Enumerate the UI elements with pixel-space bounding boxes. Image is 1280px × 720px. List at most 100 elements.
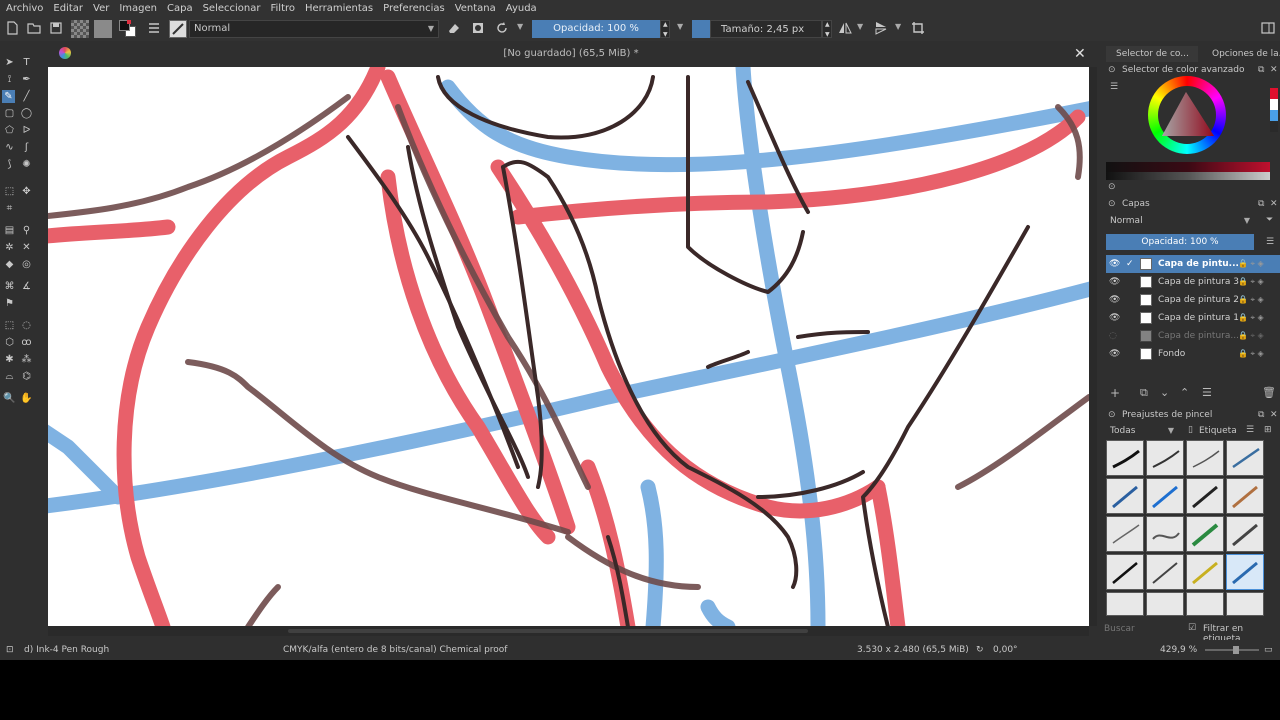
magnetic-select-icon[interactable]: ⌬ [20,370,33,383]
shade-selector-red[interactable] [1106,162,1270,172]
edit-shapes-icon[interactable]: ⟟ [3,73,16,86]
close-docker-icon[interactable]: ✕ [1270,410,1278,420]
colorize-mask-icon[interactable]: ✲ [3,241,16,254]
brush-filter-select[interactable]: Todas ▼ [1106,424,1178,440]
close-document-icon[interactable]: ✕ [1074,46,1086,62]
layer-lock-icon[interactable]: 🔒 ⌖ ◈ [1238,273,1264,291]
mirror-vertical-icon[interactable] [874,21,888,35]
bezier-tool-icon[interactable]: ∿ [3,141,16,154]
layer-row[interactable]: 👁 Capa de pintura 3 🔒 ⌖ ◈ [1106,273,1280,291]
layer-row[interactable]: ◌ Capa de pintura... 🔒 ⌖ ◈ [1106,327,1280,345]
last-used-colors[interactable] [1270,88,1278,132]
freehand-select-icon[interactable]: ꝏ [20,336,33,349]
multibrush-icon[interactable]: ✺ [20,158,33,171]
fg-bg-color-icon[interactable] [119,20,137,38]
rect-select-icon[interactable]: ⬚ [3,319,16,332]
tab-color-selector[interactable]: Selector de co... [1106,46,1198,62]
menu-preferencias[interactable]: Preferencias [383,3,445,14]
brush-grid-icon[interactable]: ⊞ [1264,425,1272,435]
brush-preset-item[interactable] [1106,516,1144,552]
brush-view-options-icon[interactable]: ☰ [1246,425,1254,435]
brush-preset-item[interactable] [1226,516,1264,552]
layer-options-icon[interactable]: ☰ [1266,237,1274,247]
tag-icon[interactable]: ▯ [1188,425,1193,435]
rectangle-tool-icon[interactable]: ▢ [3,107,16,120]
brush-preset-item[interactable] [1106,440,1144,476]
close-docker-icon[interactable]: ✕ [1270,65,1278,75]
polygon-select-icon[interactable]: ⬡ [3,336,16,349]
layer-row[interactable]: 👁 Capa de pintura 2 🔒 ⌖ ◈ [1106,291,1280,309]
alpha-lock-icon[interactable] [471,21,485,35]
layer-lock-icon[interactable]: 🔒 ⌖ ◈ [1238,309,1264,327]
brush-preset-item[interactable] [1106,554,1144,590]
eraser-icon[interactable] [447,21,461,35]
brush-preset-item[interactable] [1186,554,1224,590]
drawing-canvas[interactable] [48,67,1089,626]
add-layer-icon[interactable]: + [1110,386,1120,400]
brush-search-input[interactable] [1104,622,1184,636]
move-layer-down-icon[interactable]: ⌄ [1160,386,1169,399]
new-document-icon[interactable] [5,21,19,35]
reference-image-icon[interactable]: ⚑ [3,297,16,310]
brush-preset-item[interactable] [1226,478,1264,514]
brush-preset-item[interactable] [1146,478,1184,514]
fill-tool-icon[interactable]: ◆ [3,258,16,271]
menu-archivo[interactable]: Archivo [6,3,43,14]
color-picker-icon[interactable]: ⚲ [20,224,33,237]
opacity-spin[interactable]: ▲ ▼ [660,20,670,38]
fullscreen-icon[interactable]: ▭ [1264,640,1273,660]
workspace-icon[interactable] [1261,21,1275,35]
blend-mode-select[interactable]: Normal ▼ [189,20,439,38]
checkbox-checked-icon[interactable]: ☑ [1188,623,1196,633]
zoom-slider[interactable] [1205,646,1259,654]
layer-properties-icon[interactable]: ☰ [1202,386,1212,399]
layer-lock-icon[interactable]: 🔒 ⌖ ◈ [1238,345,1264,363]
zoom-tool-icon[interactable]: 🔍 [3,392,16,405]
contiguous-select-icon[interactable]: ✱ [3,353,16,366]
size-spin[interactable]: ▲ ▼ [822,20,832,38]
polygon-tool-icon[interactable]: ⬠ [3,124,16,137]
brush-preset-item[interactable] [1106,592,1144,616]
check-icon[interactable]: ✓ [1126,255,1134,273]
close-docker-icon[interactable]: ✕ [1270,199,1278,209]
layer-row[interactable]: 👁 Fondo 🔒 ⌖ ◈ [1106,345,1280,363]
brush-preset-item[interactable] [1186,440,1224,476]
open-folder-icon[interactable] [27,21,41,35]
line-tool-icon[interactable]: ╱ [20,90,33,103]
similar-select-icon[interactable]: ⁂ [20,353,33,366]
eye-closed-icon[interactable]: ◌ [1109,327,1117,345]
brush-tag-button[interactable]: Etiqueta [1199,426,1237,436]
freehand-path-icon[interactable]: ʃ [20,141,33,154]
lock-docker-icon[interactable]: ⊙ [1108,199,1116,209]
brush-preset-item[interactable] [1146,592,1184,616]
duplicate-layer-icon[interactable]: ⧉ [1140,386,1148,400]
menu-herramientas[interactable]: Herramientas [305,3,373,14]
shade-selector-gray[interactable] [1106,172,1270,180]
eye-icon[interactable]: 👁 [1109,291,1120,309]
menu-ventana[interactable]: Ventana [455,3,496,14]
vertical-scrollbar[interactable] [1089,67,1097,626]
select-shapes-icon[interactable]: ➤ [3,56,16,69]
layer-row[interactable]: 👁 Capa de pintura 1 🔒 ⌖ ◈ [1106,309,1280,327]
brush-settings-icon[interactable] [147,21,161,35]
brush-preset-thumb[interactable] [169,20,187,38]
crop-tool-icon[interactable]: ⌗ [3,202,16,215]
lock-docker-icon[interactable]: ⊙ [1108,410,1116,420]
tab-tool-options[interactable]: Opciones de la... [1202,46,1280,62]
size-slider[interactable]: Tamaño: 2,45 px [710,20,822,38]
mirror-horizontal-icon[interactable] [838,21,852,35]
enclose-fill-icon[interactable]: ◎ [20,258,33,271]
size-slider-fill[interactable] [692,20,710,38]
float-docker-icon[interactable]: ⧉ [1258,410,1264,420]
move-tool-icon[interactable]: ✥ [20,185,33,198]
assistant-tool-icon[interactable]: ⌘ [3,280,16,293]
layer-opacity-slider[interactable]: Opacidad: 100 % [1106,234,1254,250]
opacity-slider[interactable]: Opacidad: 100 % [532,20,660,38]
brush-preset-item[interactable] [1226,592,1264,616]
color-history-icon[interactable]: ⊙ [1108,182,1116,192]
chevron-down-icon[interactable]: ▼ [857,22,863,31]
ellipse-tool-icon[interactable]: ◯ [20,107,33,120]
menu-capa[interactable]: Capa [167,3,193,14]
float-docker-icon[interactable]: ⧉ [1258,199,1264,209]
chevron-down-icon[interactable]: ▼ [895,22,901,31]
